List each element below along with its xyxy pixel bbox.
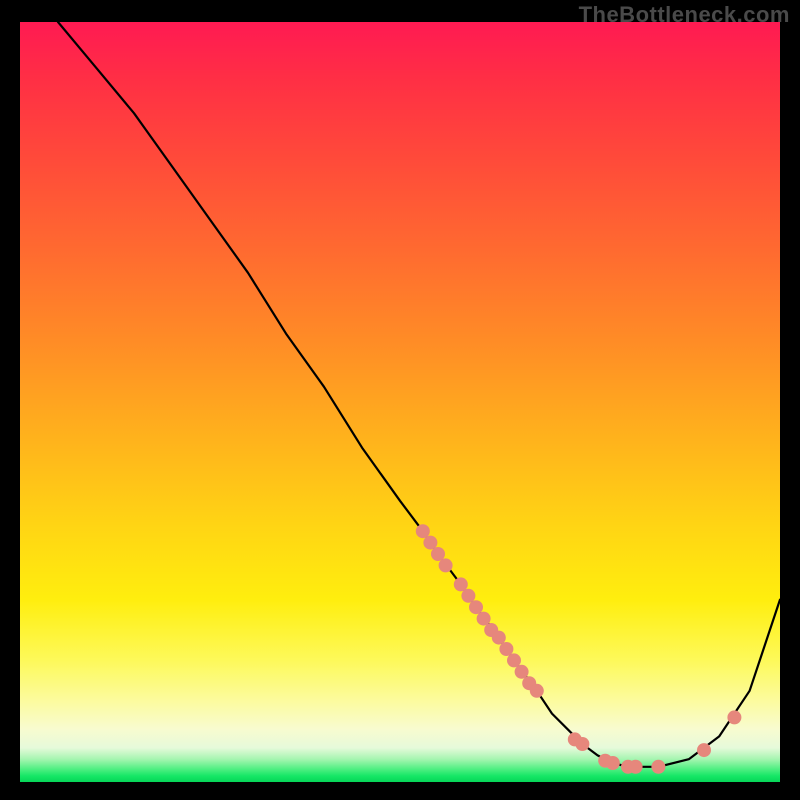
data-point — [651, 760, 665, 774]
data-point — [431, 547, 445, 561]
curve-layer — [20, 22, 780, 782]
data-point — [697, 743, 711, 757]
chart-stage: TheBottleneck.com — [0, 0, 800, 800]
data-points-group — [416, 524, 742, 774]
data-point — [515, 665, 529, 679]
data-point — [492, 631, 506, 645]
data-point — [439, 558, 453, 572]
data-point — [469, 600, 483, 614]
data-point — [507, 653, 521, 667]
data-point — [629, 760, 643, 774]
data-point — [499, 642, 513, 656]
data-point — [461, 589, 475, 603]
data-point — [416, 524, 430, 538]
data-point — [530, 684, 544, 698]
data-point — [575, 737, 589, 751]
bottleneck-curve — [58, 22, 780, 767]
data-point — [423, 536, 437, 550]
data-point — [727, 710, 741, 724]
data-point — [606, 756, 620, 770]
data-point — [454, 577, 468, 591]
data-point — [477, 612, 491, 626]
plot-area — [20, 22, 780, 782]
